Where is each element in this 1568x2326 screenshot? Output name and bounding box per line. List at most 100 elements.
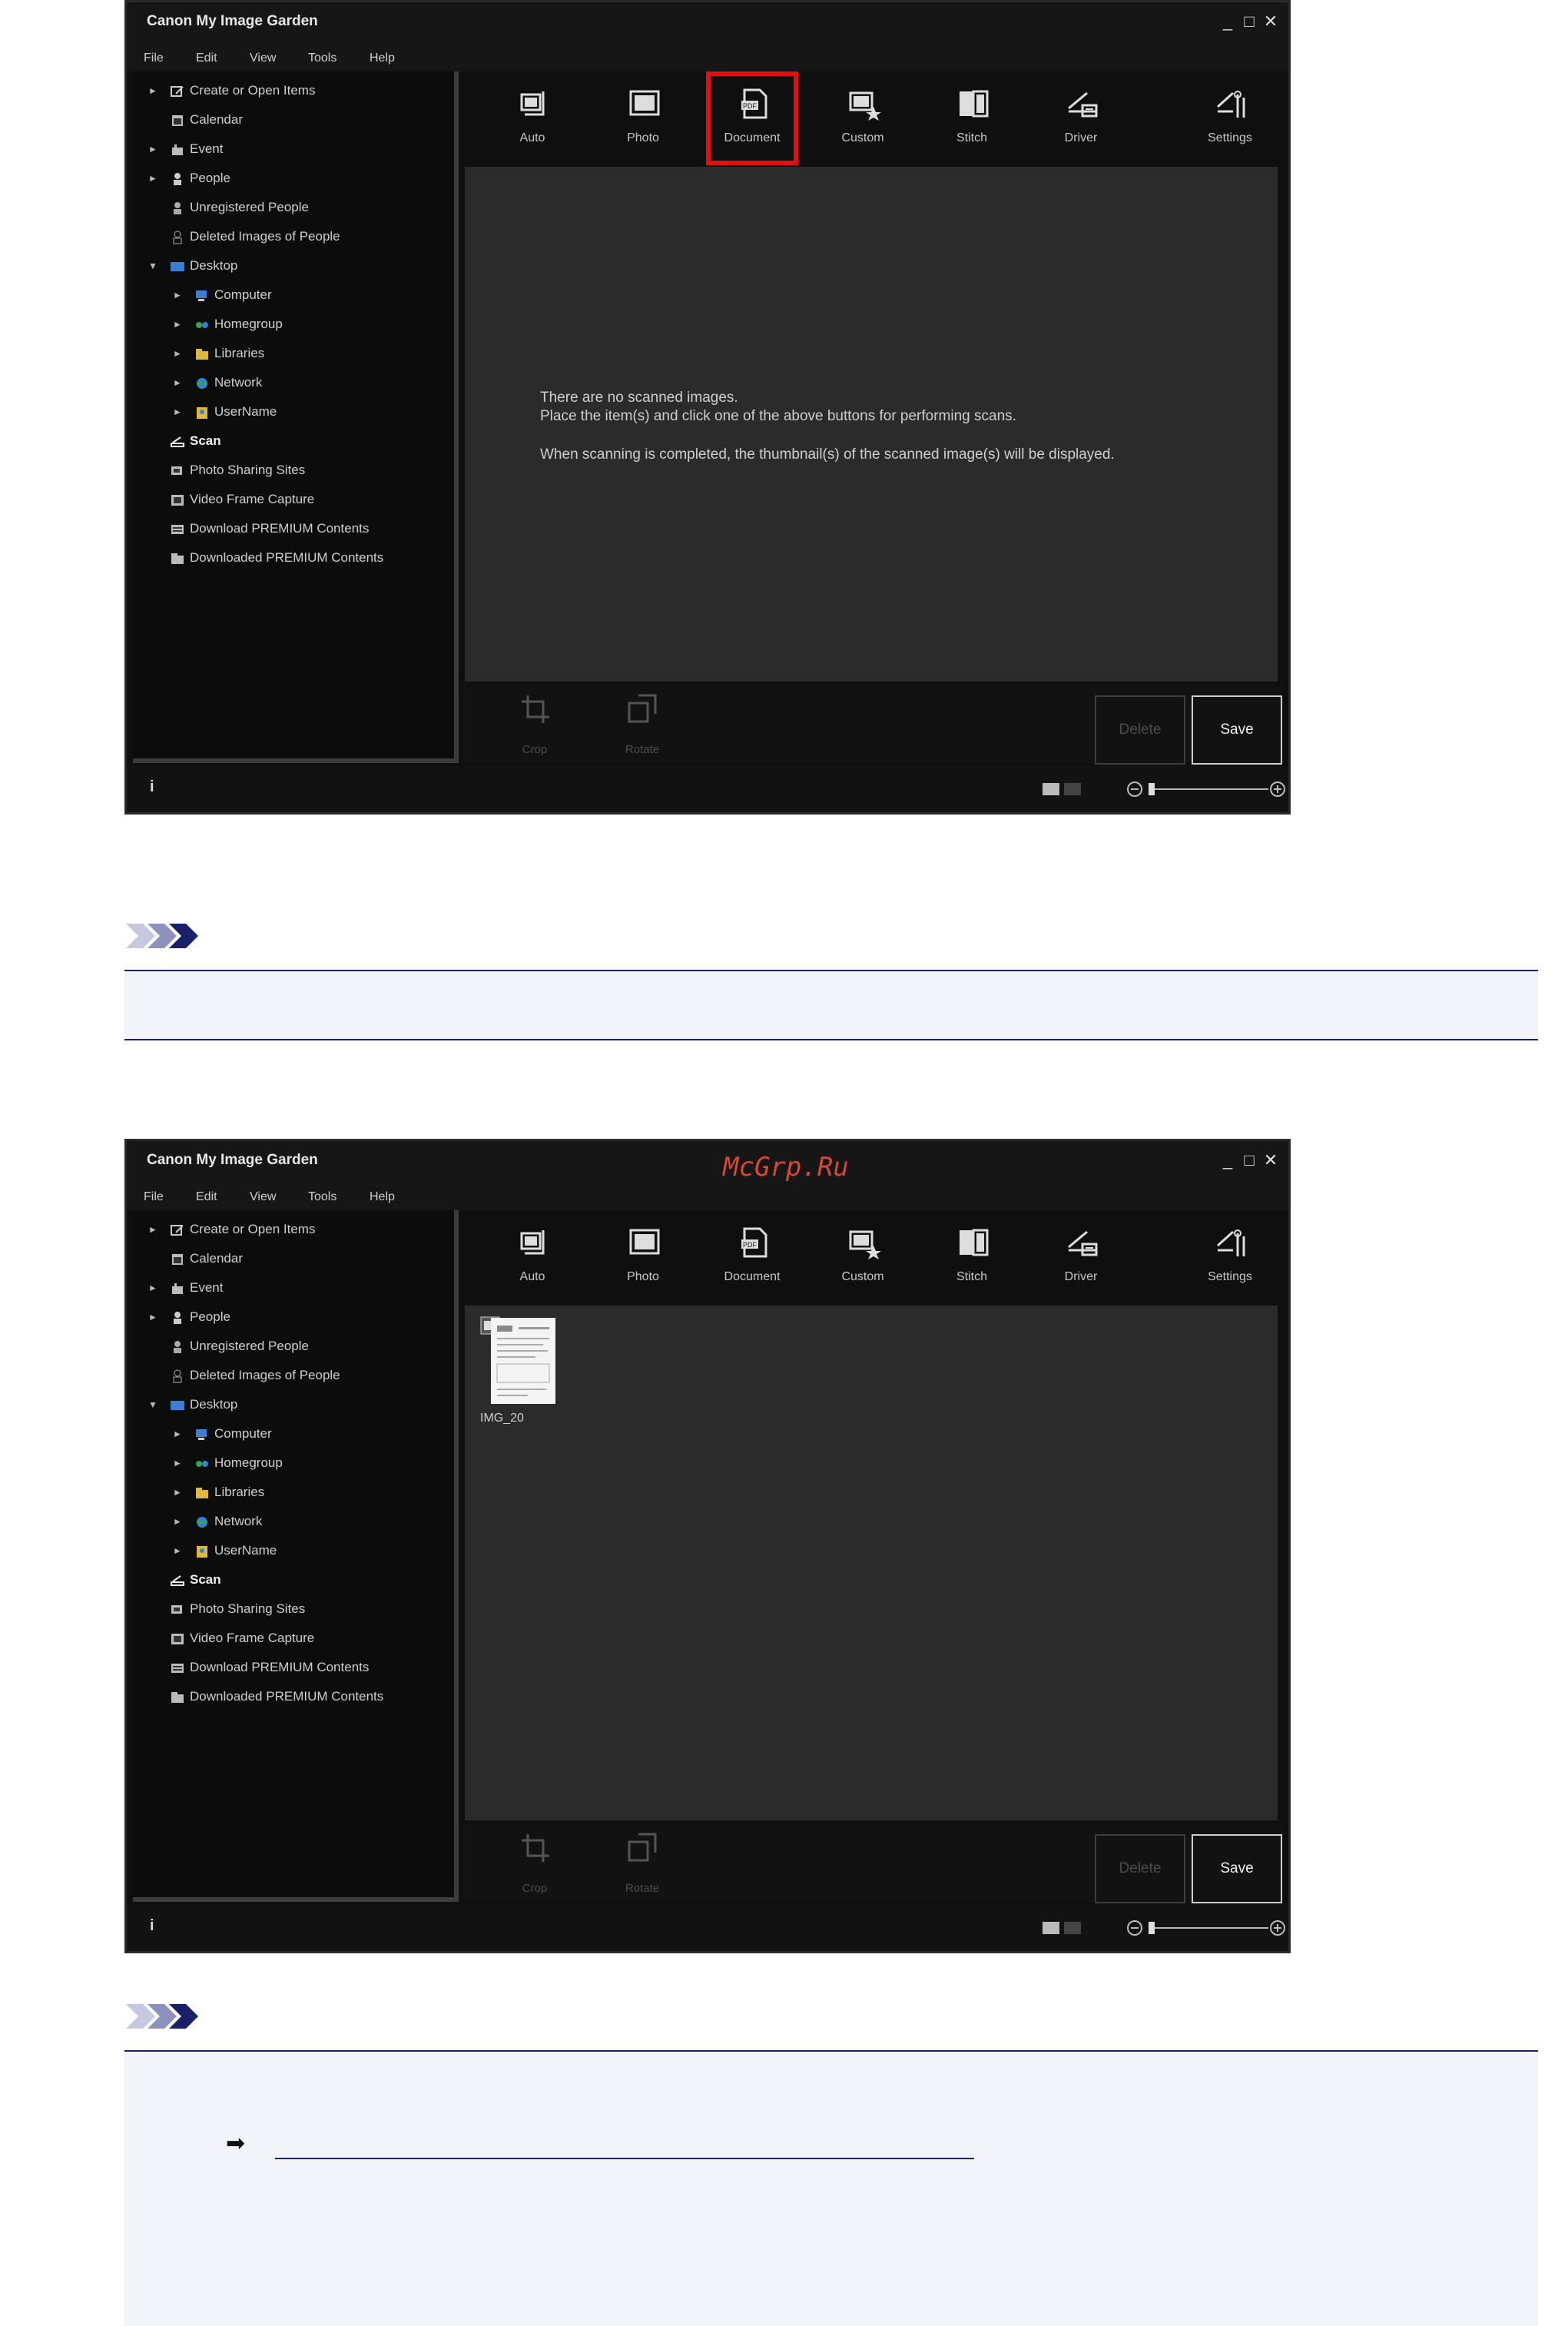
sidebar-item-download-premium[interactable]: Download PREMIUM Contents [170,517,369,540]
auto-scan-button[interactable]: Auto [486,1210,578,1304]
sidebar-item-computer[interactable]: ► Computer [173,284,272,307]
sidebar-item-people[interactable]: ► People [148,167,230,190]
settings-button[interactable]: Settings [1184,1210,1276,1304]
maximize-button[interactable]: □ [1239,10,1259,33]
settings-button[interactable]: Settings [1184,71,1276,165]
document-scan-button[interactable]: PDF Document [706,1210,798,1304]
sidebar-item-libraries[interactable]: ► Libraries [173,342,264,365]
document-scan-icon: PDF [741,88,767,119]
sidebar-item-create-open[interactable]: ► Create or Open Items [148,1218,315,1241]
sidebar-item-libraries[interactable]: ► Libraries [173,1481,264,1504]
app-title: Canon My Image Garden [147,1152,318,1168]
sidebar-item-desktop[interactable]: ▼ Desktop [148,254,237,277]
sidebar-item-homegroup[interactable]: ► Homegroup [173,313,283,336]
save-button[interactable]: Save [1192,695,1282,765]
deleted-person-icon [173,1369,182,1383]
sidebar-item-username[interactable]: ► UserName [173,400,277,423]
stitch-scan-button[interactable]: Stitch [926,1210,1018,1304]
zoom-slider[interactable] [1125,1917,1287,1939]
minimize-button[interactable]: _ [1218,10,1238,33]
sidebar-item-unregistered[interactable]: Unregistered People [170,196,309,219]
menu-file[interactable]: File [144,1190,164,1204]
sidebar-item-scan[interactable]: Scan [170,1568,221,1591]
sidebar-item-photo-sharing[interactable]: Photo Sharing Sites [170,1598,305,1621]
driver-scan-button[interactable]: Driver [1035,1210,1127,1304]
link-underline[interactable] [275,2158,974,2159]
maximize-button[interactable]: □ [1239,1149,1259,1172]
info-icon[interactable]: i [150,1917,154,1935]
status-bar: i [127,1905,1288,1951]
close-button[interactable]: ✕ [1261,10,1281,33]
link-arrow-icon: ➡ [226,2131,246,2156]
sidebar-item-scan[interactable]: Scan [170,430,221,453]
create-items-icon [171,1224,184,1236]
custom-scan-button[interactable]: Custom [817,1210,909,1304]
sidebar-item-calendar[interactable]: Calendar [170,108,243,131]
photo-scan-button[interactable]: Photo [597,1210,689,1304]
sidebar-item-deleted-people[interactable]: Deleted Images of People [170,225,340,248]
crop-button[interactable]: Crop [500,694,569,756]
delete-button[interactable]: Delete [1095,1834,1185,1903]
sidebar-item-desktop[interactable]: ▼ Desktop [148,1393,237,1416]
info-icon[interactable]: i [150,778,154,796]
custom-scan-button[interactable]: Custom [817,71,909,165]
save-button[interactable]: Save [1192,1834,1282,1903]
menu-view[interactable]: View [250,51,276,65]
photo-scan-button[interactable]: Photo [597,71,689,165]
completion-message: When scanning is completed, the thumbnai… [540,446,1115,463]
note-chevron-icon [126,924,198,948]
sidebar-item-photo-sharing[interactable]: Photo Sharing Sites [170,459,305,482]
video-frame-icon [171,1633,184,1644]
sidebar-item-people[interactable]: ► People [148,1306,230,1329]
network-icon [197,1516,207,1528]
zoom-slider[interactable] [1125,778,1287,800]
sidebar-item-downloaded-premium[interactable]: Downloaded PREMIUM Contents [170,1685,383,1708]
sidebar-item-computer[interactable]: ► Computer [173,1422,272,1445]
driver-scan-button[interactable]: Driver [1035,71,1127,165]
crop-button[interactable]: Crop [500,1833,569,1895]
menu-tools[interactable]: Tools [308,51,336,65]
close-button[interactable]: ✕ [1261,1149,1281,1172]
scan-content-area: IMG_20 [465,1306,1278,1820]
stitch-scan-icon [960,90,989,118]
menu-help[interactable]: Help [370,1190,395,1204]
sidebar-item-unregistered[interactable]: Unregistered People [170,1335,309,1358]
scanned-thumbnail[interactable]: IMG_20 [480,1316,562,1425]
menu-edit[interactable]: Edit [196,51,217,65]
note-box: ➡ [124,2052,1538,2326]
auto-scan-button[interactable]: Auto [486,71,578,165]
rotate-button[interactable]: Rotate [608,1833,677,1895]
view-mode-icon[interactable] [1041,781,1084,797]
downloaded-icon [171,552,184,564]
rotate-button[interactable]: Rotate [608,694,677,756]
delete-button[interactable]: Delete [1095,695,1185,765]
minimize-button[interactable]: _ [1218,1149,1238,1172]
sidebar-item-downloaded-premium[interactable]: Downloaded PREMIUM Contents [170,546,383,569]
sidebar-item-video-frame[interactable]: Video Frame Capture [170,1627,314,1650]
sidebar-item-calendar[interactable]: Calendar [170,1247,243,1270]
menu-tools[interactable]: Tools [308,1190,336,1204]
stitch-scan-button[interactable]: Stitch [926,71,1018,165]
sidebar-item-network[interactable]: ► Network [173,1510,262,1533]
scan-toolbar: Auto Photo PDF Document Custom Stitch Dri… [462,1210,1282,1304]
sidebar-item-deleted-people[interactable]: Deleted Images of People [170,1364,340,1387]
view-mode-icon[interactable] [1041,1920,1084,1936]
sidebar-item-create-open[interactable]: ► Create or Open Items [148,79,315,102]
sidebar-item-event[interactable]: ► Event [148,138,223,161]
sidebar-item-video-frame[interactable]: Video Frame Capture [170,488,314,511]
menu-view[interactable]: View [250,1190,276,1204]
menu-file[interactable]: File [144,51,164,65]
sidebar-item-event[interactable]: ► Event [148,1276,223,1299]
menu-help[interactable]: Help [370,51,395,65]
document-scan-button[interactable]: PDF Document [706,71,798,165]
sidebar-item-username[interactable]: ► UserName [173,1539,277,1562]
sidebar-item-homegroup[interactable]: ► Homegroup [173,1452,283,1475]
stitch-scan-icon [960,1229,989,1256]
sidebar-item-network[interactable]: ► Network [173,371,262,394]
event-icon [172,144,183,155]
sidebar-item-download-premium[interactable]: Download PREMIUM Contents [170,1656,369,1679]
menu-edit[interactable]: Edit [196,1190,217,1204]
create-items-icon [171,85,184,97]
computer-icon [196,290,207,301]
person-icon [174,172,181,185]
